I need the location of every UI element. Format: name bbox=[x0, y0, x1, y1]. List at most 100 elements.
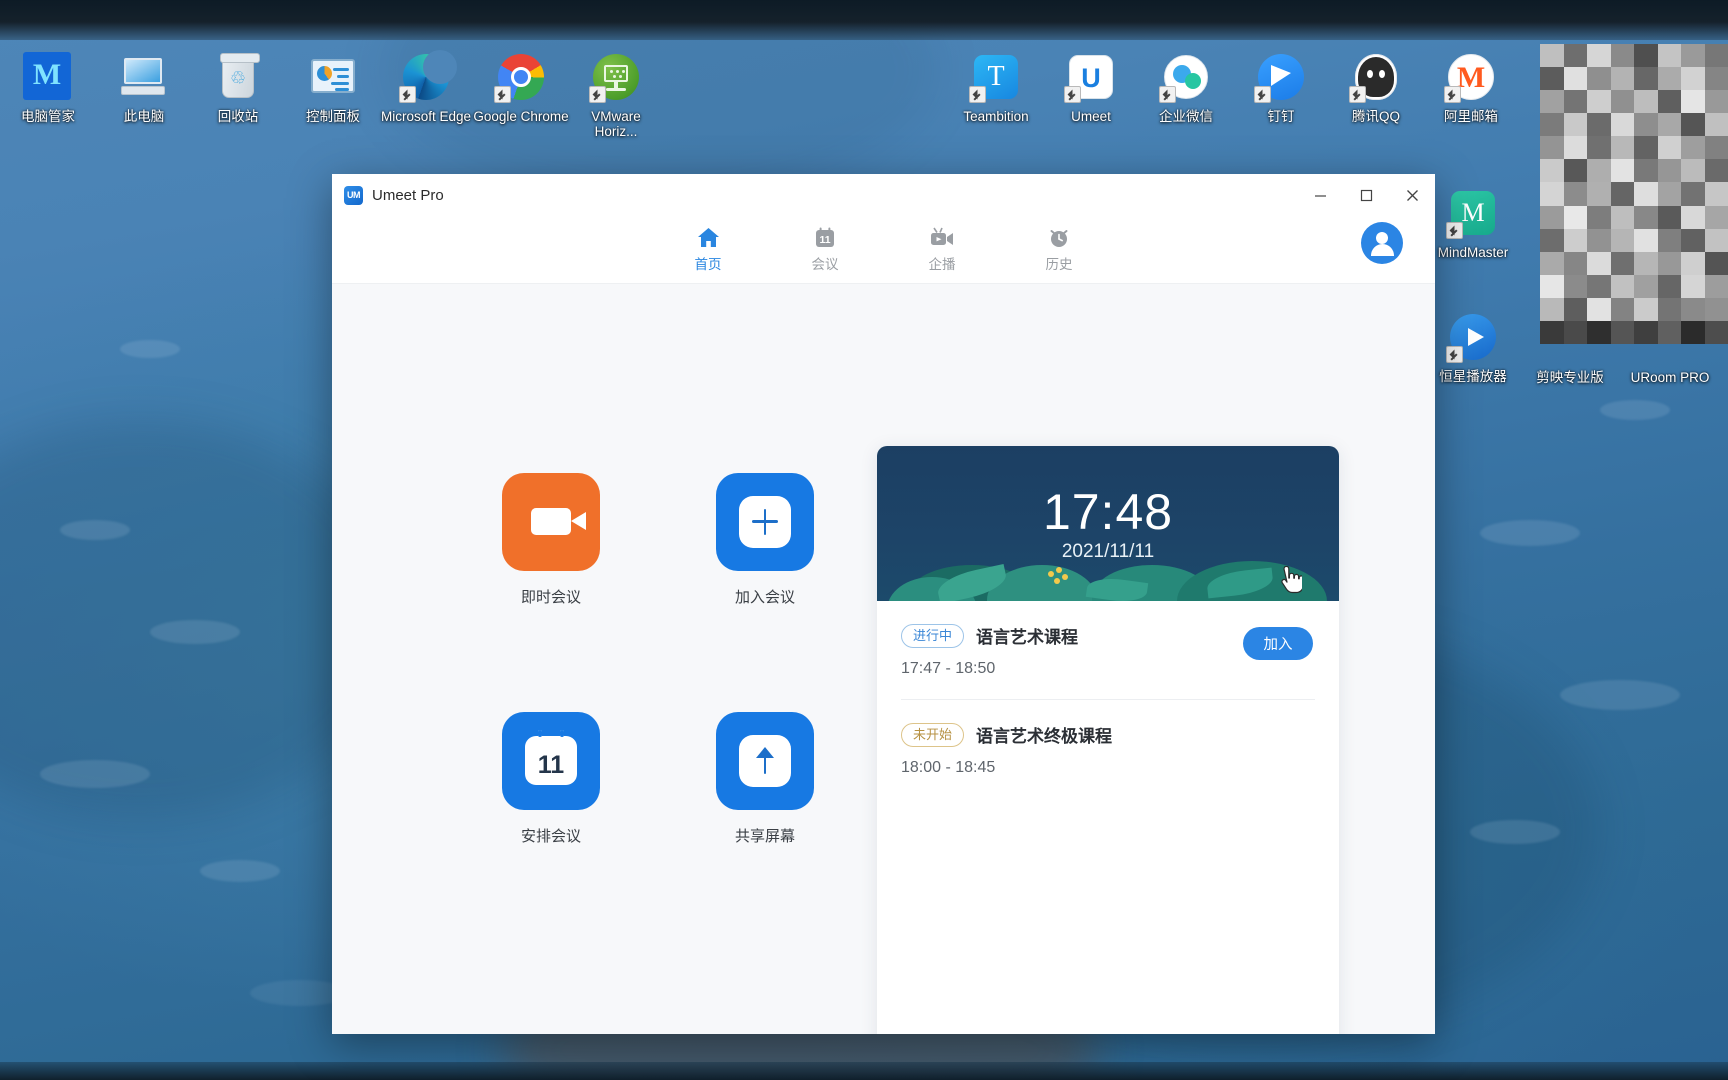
desktop-icon-label: 控制面板 bbox=[306, 109, 360, 124]
meeting-list: 进行中 语言艺术课程 17:47 - 18:50 加入 未开始 语言艺术终极课程… bbox=[877, 601, 1339, 1034]
join-meeting-button[interactable]: 加入 bbox=[1243, 627, 1313, 660]
desktop-icon-star-player[interactable]: 恒星播放器 bbox=[1425, 312, 1521, 384]
bg-fish bbox=[1470, 820, 1560, 844]
desktop-icon-label: Teambition bbox=[963, 109, 1029, 124]
star-player-icon bbox=[1446, 312, 1498, 363]
desktop-icon-wecom[interactable]: 企业微信 bbox=[1138, 52, 1234, 124]
desktop-icon-label: 阿里邮箱 bbox=[1444, 109, 1498, 124]
desktop-icon-recycle-bin[interactable]: ♲ 回收站 bbox=[190, 52, 286, 124]
action-label: 安排会议 bbox=[520, 827, 581, 845]
share-screen-icon bbox=[716, 711, 814, 810]
desktop-icon-edge[interactable]: Microsoft Edge bbox=[378, 50, 474, 124]
this-pc-icon bbox=[119, 52, 169, 102]
teambition-icon: T bbox=[969, 52, 1021, 103]
desktop-icon-label: 剪映专业版 bbox=[1536, 370, 1604, 385]
shortcut-overlay-icon bbox=[1446, 222, 1463, 239]
close-button[interactable] bbox=[1389, 174, 1435, 216]
tab-broadcast-label: 企播 bbox=[928, 257, 956, 272]
clock-banner: 17:48 2021/11/11 bbox=[877, 446, 1339, 601]
desktop-icon-this-pc[interactable]: 此电脑 bbox=[96, 52, 192, 124]
tab-home-label: 首页 bbox=[694, 257, 722, 272]
desktop-icon-label: Google Chrome bbox=[473, 109, 569, 124]
bg-fish bbox=[1480, 520, 1580, 546]
screen-bottom-band bbox=[0, 1062, 1728, 1080]
desktop-icon-vmware-horizon[interactable]: VMware Horiz... bbox=[568, 52, 664, 139]
desktop-icon-label: VMware Horiz... bbox=[591, 109, 641, 139]
maximize-button[interactable] bbox=[1343, 174, 1389, 216]
desktop-icon-alimail[interactable]: M 阿里邮箱 bbox=[1423, 52, 1519, 124]
desktop-icon-umeet[interactable]: U Umeet bbox=[1043, 52, 1139, 124]
action-label: 共享屏幕 bbox=[734, 827, 795, 845]
vmware-horizon-icon bbox=[589, 52, 641, 103]
desktop-icon-label: 腾讯QQ bbox=[1351, 109, 1400, 124]
desktop-icon-label: 恒星播放器 bbox=[1439, 369, 1507, 384]
desktop-icon-label: Umeet bbox=[1071, 109, 1111, 124]
desktop-icon-dingtalk[interactable]: 钉钉 bbox=[1233, 52, 1329, 124]
shortcut-overlay-icon bbox=[969, 86, 986, 103]
desktop-icon-label: URoom PRO bbox=[1630, 370, 1710, 385]
desktop-icon-label: MindMaster bbox=[1437, 245, 1509, 260]
bg-fish bbox=[1600, 400, 1670, 420]
schedule-meeting-icon: 11 bbox=[502, 711, 600, 810]
desktop-icon-teambition[interactable]: T Teambition bbox=[948, 52, 1044, 124]
minimize-button[interactable] bbox=[1297, 174, 1343, 216]
action-share-screen[interactable]: 共享屏幕 bbox=[678, 711, 853, 846]
tab-meetings-label: 会议 bbox=[811, 257, 839, 272]
action-instant-meeting[interactable]: 即时会议 bbox=[464, 472, 639, 607]
mindmaster-icon: M bbox=[1446, 188, 1498, 239]
svg-text:11: 11 bbox=[819, 234, 830, 246]
bg-fish bbox=[40, 760, 150, 788]
action-label: 即时会议 bbox=[520, 588, 581, 606]
umeet-icon: U bbox=[1064, 52, 1116, 103]
meeting-header: 未开始 语言艺术终极课程 bbox=[901, 722, 1315, 747]
pc-manager-icon: M bbox=[23, 52, 73, 102]
screen-top-band bbox=[0, 0, 1728, 40]
dingtalk-icon bbox=[1254, 52, 1306, 103]
desktop-icon-jianying[interactable]: 剪映专业版 bbox=[1520, 370, 1620, 385]
shortcut-overlay-icon bbox=[1446, 346, 1463, 363]
desktop-icon-control-panel[interactable]: 控制面板 bbox=[285, 52, 381, 124]
desktop-icon-label: 钉钉 bbox=[1267, 109, 1295, 124]
meeting-list-item[interactable]: 未开始 语言艺术终极课程 18:00 - 18:45 bbox=[901, 700, 1315, 798]
shortcut-overlay-icon bbox=[1349, 86, 1366, 103]
desktop-icon-label: 企业微信 bbox=[1159, 109, 1213, 124]
meeting-list-item[interactable]: 进行中 语言艺术课程 17:47 - 18:50 加入 bbox=[901, 601, 1315, 700]
screen-capture-noise-panel bbox=[1540, 44, 1728, 344]
tab-broadcast[interactable]: 企播 bbox=[910, 226, 974, 273]
desktop-icon-pc-manager[interactable]: M 电脑管家 bbox=[0, 52, 96, 124]
shortcut-overlay-icon bbox=[1064, 86, 1081, 103]
decorative-sprig bbox=[1042, 565, 1082, 591]
tab-home[interactable]: 首页 bbox=[676, 226, 740, 273]
meeting-title: 语言艺术课程 bbox=[976, 628, 1079, 647]
action-schedule-meeting[interactable]: 11 安排会议 bbox=[464, 711, 639, 846]
shortcut-overlay-icon bbox=[1254, 86, 1271, 103]
meeting-time: 17:47 - 18:50 bbox=[901, 660, 996, 677]
desktop-icon-chrome[interactable]: Google Chrome bbox=[473, 52, 569, 124]
action-join-meeting[interactable]: 加入会议 bbox=[678, 472, 853, 607]
control-panel-icon bbox=[308, 52, 358, 102]
desktop-icon-uroom-pro[interactable]: URoom PRO bbox=[1615, 370, 1725, 385]
desktop-icon-mindmaster[interactable]: M MindMaster bbox=[1425, 188, 1521, 260]
alarm-clock-icon bbox=[1048, 226, 1070, 248]
main-navigation: 首页 11 会议 企播 历史 bbox=[332, 216, 1435, 284]
user-avatar[interactable] bbox=[1361, 222, 1403, 264]
meeting-time: 18:00 - 18:45 bbox=[901, 759, 996, 776]
window-titlebar[interactable]: Umeet Pro bbox=[332, 174, 1435, 216]
tab-meetings[interactable]: 11 会议 bbox=[793, 226, 857, 273]
join-meeting-icon bbox=[716, 472, 814, 571]
desktop-icon-qq[interactable]: 腾讯QQ bbox=[1328, 52, 1424, 124]
wecom-icon bbox=[1159, 52, 1211, 103]
calendar-day-number: 11 bbox=[537, 751, 565, 779]
main-content: 即时会议 加入会议 11 安排会议 共享屏幕 17:48 2021/11/11 … bbox=[332, 222, 1435, 1034]
desktop-icon-label: 此电脑 bbox=[123, 109, 165, 124]
bg-fish bbox=[1560, 680, 1680, 710]
tab-history[interactable]: 历史 bbox=[1027, 226, 1091, 273]
shortcut-overlay-icon bbox=[399, 86, 416, 103]
meeting-title: 语言艺术终极课程 bbox=[976, 727, 1113, 746]
status-badge: 进行中 bbox=[901, 623, 965, 648]
app-logo-icon bbox=[344, 185, 363, 205]
umeet-pro-window: Umeet Pro 首页 bbox=[332, 174, 1435, 1034]
edge-icon bbox=[399, 50, 457, 103]
window-title: Umeet Pro bbox=[372, 186, 444, 204]
bg-fish bbox=[60, 520, 130, 540]
